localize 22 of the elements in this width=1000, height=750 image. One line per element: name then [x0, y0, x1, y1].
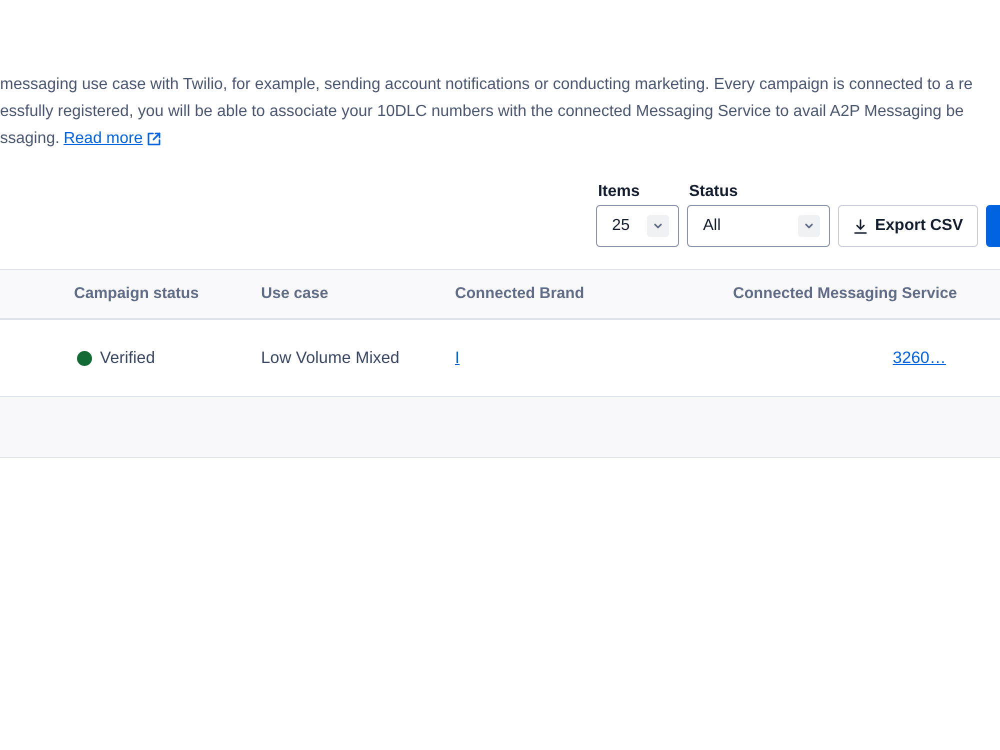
column-header[interactable]: Campaign status [74, 285, 199, 303]
messaging-service-link[interactable]: 3260… [892, 348, 946, 368]
primary-button[interactable] [986, 205, 1000, 247]
column-header[interactable]: Connected Brand [455, 285, 584, 303]
description-text: messaging use case with Twilio, for example, sending account notifications or conducting marketing. Every campaign is connected to a re [0, 75, 973, 95]
filter-select[interactable]: All [686, 205, 830, 247]
filter-label: Items [596, 182, 640, 201]
status-text: Verified [100, 348, 156, 368]
description-text: ssaging. [0, 129, 60, 149]
table-cell: Low Volume Mixed [261, 348, 400, 368]
description-text: essfully registered, you will be able to associate your 10DLC numbers with the connected Messaging Service to avail A2P Messaging be [0, 102, 964, 122]
column-header[interactable]: Connected Messaging Service [733, 285, 957, 303]
chevron-down-icon [798, 215, 820, 237]
download-icon [854, 218, 867, 234]
filter-label: Status [688, 182, 738, 201]
column-header[interactable]: Use case [261, 285, 328, 303]
chevron-down-icon [646, 215, 669, 237]
read-more-link[interactable]: Read more [64, 125, 143, 152]
brand-link[interactable]: I [455, 348, 460, 368]
filter-select[interactable]: 25 [596, 205, 679, 247]
export-csv-button[interactable]: Export CSV [838, 205, 978, 247]
external-link-icon [146, 132, 161, 146]
